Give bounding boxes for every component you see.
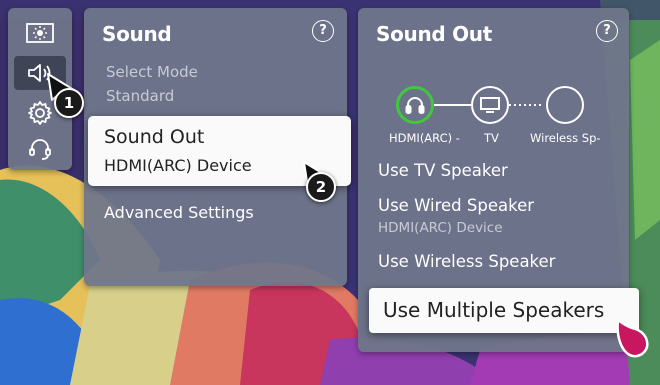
magic-remote-pointer-icon: [616, 318, 649, 358]
sound-help-icon[interactable]: ?: [312, 20, 334, 42]
device-label-wireless: Wireless Sp-: [530, 131, 601, 145]
use-tv-speaker-option[interactable]: Use TV Speaker: [378, 161, 508, 180]
select-mode-label: Select Mode: [106, 63, 198, 81]
sound-out-label: Sound Out: [104, 126, 205, 148]
use-multiple-speakers-label: Use Multiple Speakers: [383, 298, 605, 322]
sound-out-value: HDMI(ARC) Device: [104, 156, 252, 175]
device-node-tv[interactable]: [471, 86, 509, 124]
support-item[interactable]: [14, 132, 66, 166]
use-wired-speaker-option[interactable]: Use Wired Speaker: [378, 196, 534, 215]
device-node-hdmi[interactable]: [396, 86, 434, 124]
picture-settings-item[interactable]: [14, 16, 66, 50]
step-2-badge: 2: [306, 172, 336, 202]
use-wireless-speaker-option[interactable]: Use Wireless Speaker: [378, 252, 555, 271]
advanced-settings-item[interactable]: Advanced Settings: [104, 203, 254, 222]
headphones-icon: [405, 97, 425, 114]
support-headset-icon: [29, 139, 51, 160]
device-label-tv: TV: [484, 131, 499, 145]
wired-speaker-device: HDMI(ARC) Device: [378, 220, 503, 236]
picture-settings-icon: [26, 23, 54, 43]
use-multiple-speakers-option[interactable]: Use Multiple Speakers: [369, 288, 639, 333]
tv-icon: [480, 97, 500, 113]
select-mode-value: Standard: [106, 87, 175, 105]
sound-panel-title: Sound: [102, 22, 172, 46]
step-1-badge: 1: [54, 88, 84, 118]
device-node-wireless[interactable]: [546, 86, 584, 124]
device-label-hdmi: HDMI(ARC) -: [389, 131, 460, 145]
